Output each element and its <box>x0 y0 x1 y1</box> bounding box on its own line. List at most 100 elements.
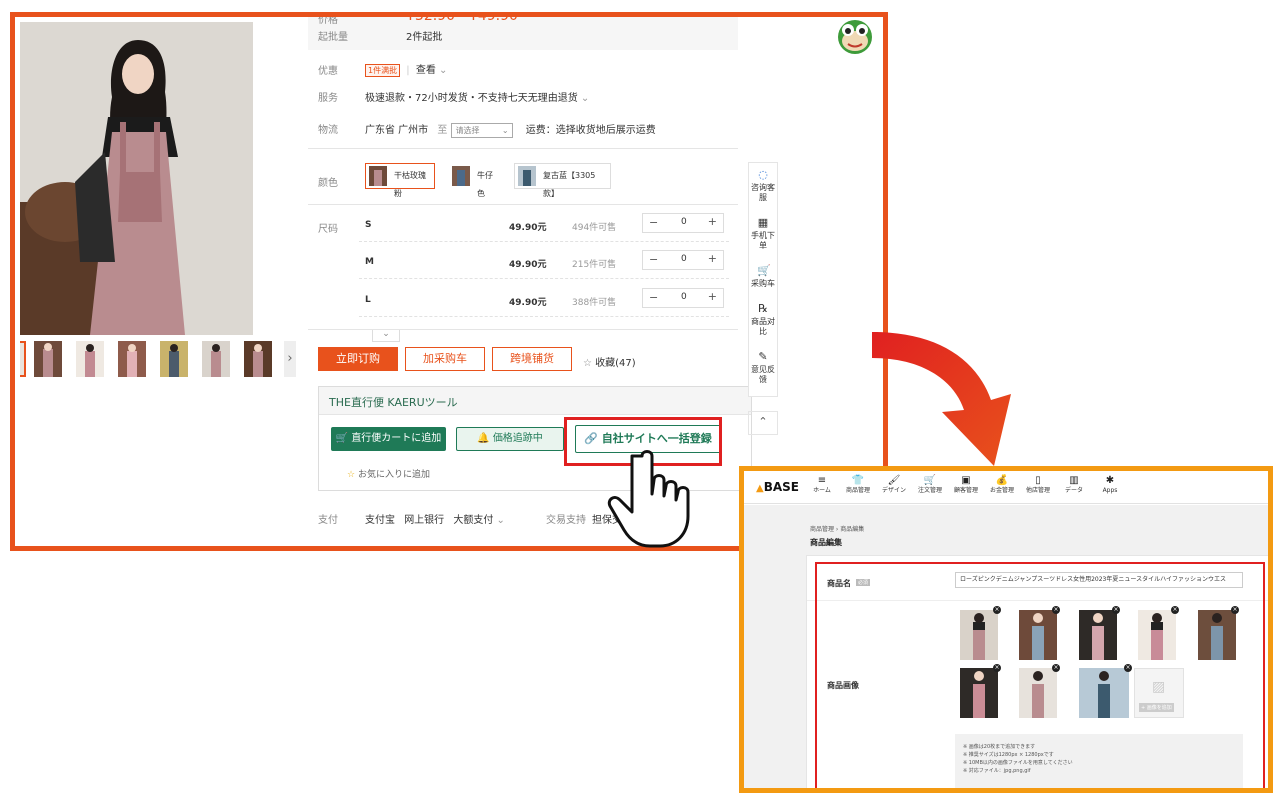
thumbnail[interactable] <box>244 341 272 377</box>
star-icon: ☆ <box>583 358 592 369</box>
nav-label: データ <box>1064 487 1083 494</box>
sidebar-item-label: 咨询客服 <box>751 183 775 202</box>
divider <box>308 204 738 205</box>
crossborder-button[interactable]: 跨境铺货 <box>492 347 572 371</box>
trade-support-label: 交易支持 <box>546 515 586 526</box>
logistics-row: 广东省 广州市 至 请选择 ⌄ 运费：选择收货地后展示运费 <box>365 121 656 138</box>
nav-products[interactable]: 👕 商品管理 <box>844 475 872 495</box>
price-tracking-button[interactable]: 🔔 価格追跡中 <box>456 427 564 451</box>
sidebar-item-cart[interactable]: 🛒 采购车 <box>749 265 777 289</box>
frog-avatar-icon[interactable] <box>837 19 873 55</box>
floating-sidebar: ◌ 咨询客服 ▦ 手机下单 🛒 采购车 ℞ 商品对比 ✎ 意见反馈 <box>748 162 778 397</box>
quantity-value[interactable]: 0 <box>681 292 687 302</box>
color-option-label: 复古蓝【3305款】 <box>543 171 596 198</box>
payment-method: 支付宝 <box>365 515 395 526</box>
cart-icon: 🛒 <box>335 433 349 444</box>
buy-now-button[interactable]: 立即订购 <box>318 347 398 371</box>
color-option[interactable]: 复古蓝【3305款】 <box>514 163 611 198</box>
expand-sizes-chevron-icon[interactable]: ⌄ <box>372 330 400 342</box>
quantity-stepper[interactable]: − 0 + <box>642 213 724 233</box>
base-logo[interactable]: ▲BASE <box>756 480 799 494</box>
size-stock: 215件可售 <box>572 260 617 270</box>
shirt-icon: 👕 <box>851 475 865 486</box>
breadcrumb: 商品管理 › 商品編集 <box>810 526 865 533</box>
thumbnail[interactable] <box>202 341 230 377</box>
add-favorite-label: お気に入りに追加 <box>357 470 430 480</box>
plus-icon[interactable]: + <box>708 290 717 303</box>
hand-pointer-icon <box>607 450 690 548</box>
sidebar-item-service[interactable]: ◌ 咨询客服 <box>749 169 777 203</box>
nav-design[interactable]: 🖌 デザイン <box>880 475 908 495</box>
minus-icon[interactable]: − <box>649 253 658 266</box>
nav-label: デザイン <box>881 487 906 494</box>
plus-icon[interactable]: + <box>708 215 717 228</box>
sidebar-item-feedback[interactable]: ✎ 意见反馈 <box>749 351 777 385</box>
size-stock: 388件可售 <box>572 298 617 308</box>
phone-icon: ▯ <box>1035 475 1041 486</box>
nav-label: お金管理 <box>989 487 1014 494</box>
service-row[interactable]: 极速退款・72小时发货・不支持七天无理由退货 ⌄ <box>365 89 589 104</box>
size-row: L 49.90元 388件可售 − 0 + <box>359 283 729 317</box>
payment-label: 支付 <box>318 515 338 526</box>
thumbnail[interactable] <box>160 341 188 377</box>
destination-select[interactable]: 请选择 ⌄ <box>450 122 513 138</box>
nav-label: ホーム <box>813 487 831 494</box>
plus-icon[interactable]: + <box>708 252 717 265</box>
sidebar-item-label: 商品对比 <box>751 317 775 336</box>
color-option[interactable]: 牛仔色 <box>448 163 503 198</box>
color-option-label: 牛仔色 <box>477 171 493 198</box>
sidebar-item-mobile[interactable]: ▦ 手机下单 <box>749 217 777 251</box>
nav-label: 顧客管理 <box>953 487 978 494</box>
thumbnail[interactable] <box>118 341 146 377</box>
nav-data[interactable]: ▥ データ <box>1060 475 1088 495</box>
thumbnail-next-arrow-icon[interactable]: › <box>284 341 296 377</box>
sidebar-item-label: 手机下单 <box>751 231 775 250</box>
size-name: L <box>365 295 371 305</box>
quantity-value[interactable]: 0 <box>681 217 687 227</box>
quantity-stepper[interactable]: − 0 + <box>642 288 724 308</box>
thumbnail[interactable] <box>34 341 62 377</box>
minus-icon[interactable]: − <box>649 216 658 229</box>
quantity-value[interactable]: 0 <box>681 254 687 264</box>
destination-select-value: 请选择 <box>455 125 480 135</box>
size-name: M <box>365 257 374 267</box>
promo-view-link[interactable]: 查看 <box>416 65 436 76</box>
sidebar-item-label: 采购车 <box>751 279 775 288</box>
thumbnail[interactable] <box>76 341 104 377</box>
quantity-stepper[interactable]: − 0 + <box>642 250 724 270</box>
nav-label: 注文管理 <box>917 487 942 494</box>
model-photo <box>20 22 253 335</box>
top-navigation: ▲BASE ≡ ホーム 👕 商品管理 🖌 デザイン 🛒 注文管理 ▣ 顧客管理 💰 お金管理… <box>744 471 1268 504</box>
nav-money[interactable]: 💰 お金管理 <box>988 475 1016 495</box>
payment-row: 支付宝 网上银行 大额支付 ⌄ <box>365 515 505 526</box>
product-main-image[interactable] <box>20 22 253 335</box>
price-range: ¥32.90 - ¥49.90 <box>406 12 518 24</box>
add-favorite-link[interactable]: ☆ お気に入りに追加 <box>347 467 430 480</box>
sidebar-item-compare[interactable]: ℞ 商品对比 <box>749 303 777 337</box>
back-to-top-icon[interactable]: ⌃ <box>748 411 778 435</box>
moq-label: 起批量 <box>318 32 348 43</box>
add-to-cart-button[interactable]: 加采购车 <box>405 347 485 371</box>
nav-orders[interactable]: 🛒 注文管理 <box>916 475 944 495</box>
color-option[interactable]: 干枯玫瑰粉 <box>365 163 435 198</box>
price-box: 价格 ¥32.90 - ¥49.90 起批量 2件起批 <box>308 12 738 50</box>
breadcrumb-item[interactable]: 商品管理 <box>810 526 834 533</box>
nav-home[interactable]: ≡ ホーム <box>808 475 836 495</box>
thumbnail-strip: › <box>20 341 300 383</box>
logistics-label: 物流 <box>318 125 338 136</box>
nav-other-stores[interactable]: ▯ 他店管理 <box>1024 475 1052 495</box>
compare-icon: ℞ <box>758 302 768 315</box>
thumbnail[interactable] <box>20 341 26 377</box>
nav-customers[interactable]: ▣ 顧客管理 <box>952 475 980 495</box>
star-icon: ☆ <box>347 470 356 480</box>
color-swatch <box>452 166 470 186</box>
promo-row: 1件满批 | 查看 ⌄ <box>365 61 447 77</box>
direct-cart-button[interactable]: 🛒 直行便カートに追加 <box>331 427 446 451</box>
minus-icon[interactable]: − <box>649 291 658 304</box>
cart-icon: 🛒 <box>757 264 771 277</box>
size-label: 尺码 <box>318 224 338 235</box>
payment-method[interactable]: 大额支付 <box>453 515 493 526</box>
color-option-label: 干枯玫瑰粉 <box>394 171 426 198</box>
nav-apps[interactable]: ✱ Apps <box>1096 475 1124 495</box>
favorite-link[interactable]: ☆ 收藏(47) <box>583 354 636 369</box>
